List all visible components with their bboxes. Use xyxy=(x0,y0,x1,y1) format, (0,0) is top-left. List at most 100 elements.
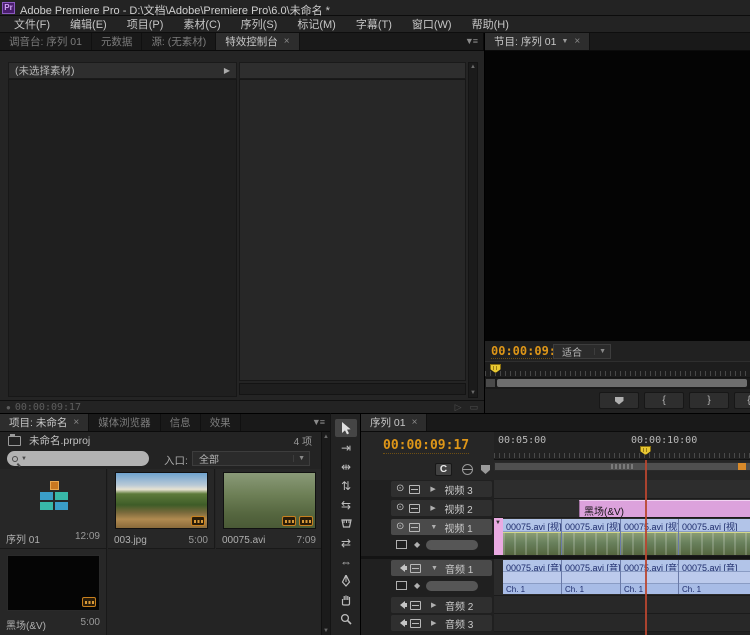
filmstrip-icon[interactable]: ▭ xyxy=(469,402,478,413)
clip-video[interactable]: 00075.avi [视] xyxy=(621,519,679,555)
work-area-grip[interactable] xyxy=(611,464,635,469)
sync-lock-icon[interactable] xyxy=(410,564,421,573)
menu-marker[interactable]: 标记(M) xyxy=(287,16,346,32)
chevron-right-icon[interactable]: ▶ xyxy=(431,619,441,627)
set-display-style-icon[interactable] xyxy=(396,581,407,590)
project-item-sequence[interactable]: 序列 0112:09 xyxy=(0,469,107,549)
keyframe-nav-area[interactable] xyxy=(426,540,478,550)
speaker-icon[interactable] xyxy=(396,601,405,609)
chevron-right-icon[interactable]: ▶ xyxy=(431,601,441,609)
menu-project[interactable]: 项目(P) xyxy=(117,16,174,32)
program-scrollbar[interactable] xyxy=(485,378,750,389)
close-icon[interactable]: × xyxy=(284,36,290,47)
tab-audio-mixer[interactable]: 调音台: 序列 01 xyxy=(0,33,92,50)
scroll-up-icon[interactable]: ▲ xyxy=(469,64,477,70)
menu-edit[interactable]: 编辑(E) xyxy=(60,16,117,32)
project-item-black-video[interactable]: 黑场(&V)5:00 xyxy=(0,549,107,635)
scroll-up-icon[interactable]: ▲ xyxy=(322,434,330,440)
razor-tool[interactable] xyxy=(335,515,357,533)
toggle-track-output-icon[interactable]: ⊙ xyxy=(396,484,404,494)
mark-in-button[interactable]: { xyxy=(644,392,684,409)
close-icon[interactable]: × xyxy=(574,36,580,47)
track-audio-3-content[interactable] xyxy=(494,614,750,632)
track-audio-2-header[interactable]: ▶ 音频 2 xyxy=(391,597,492,613)
effect-timeline-area[interactable] xyxy=(239,79,466,381)
close-icon[interactable]: × xyxy=(412,417,418,428)
keyframe-icon[interactable]: ◆ xyxy=(414,540,420,549)
tab-source-monitor[interactable]: 源: (无素材) xyxy=(142,33,216,50)
menu-clip[interactable]: 素材(C) xyxy=(173,16,230,32)
snap-toggle[interactable]: C xyxy=(435,463,452,476)
tab-media-browser[interactable]: 媒体浏览器 xyxy=(89,414,161,431)
chevron-right-icon[interactable]: ▶ xyxy=(430,485,440,493)
toggle-track-output-icon[interactable]: ⊙ xyxy=(396,503,404,513)
tab-program-monitor[interactable]: 节目: 序列 01 ▼ × xyxy=(485,33,590,50)
hand-tool[interactable] xyxy=(335,591,357,609)
scroll-down-icon[interactable]: ▼ xyxy=(322,628,330,634)
menu-title[interactable]: 字幕(T) xyxy=(346,16,402,32)
sync-lock-icon[interactable] xyxy=(409,523,420,532)
panel-menu-icon[interactable]: ▼≡ xyxy=(312,417,324,427)
pen-tool[interactable] xyxy=(335,572,357,590)
clip-video[interactable]: 00075.avi [视] xyxy=(679,519,750,555)
search-input[interactable]: ▼ xyxy=(7,451,149,466)
zoom-tool[interactable] xyxy=(335,610,357,628)
ripple-edit-tool[interactable]: ⇹ xyxy=(335,458,357,476)
selection-tool[interactable] xyxy=(335,419,357,437)
tab-effects[interactable]: 效果 xyxy=(201,414,241,431)
timeline-timecode[interactable]: 00:00:09:17 xyxy=(383,438,469,454)
track-video-3-content[interactable] xyxy=(494,480,750,499)
set-display-style-icon[interactable] xyxy=(396,540,407,549)
horizontal-scrollbar[interactable] xyxy=(239,383,466,395)
project-file-name[interactable]: 未命名.prproj xyxy=(29,433,90,448)
clip-audio[interactable]: 00075.avi [音]Ch. 1 xyxy=(679,560,750,594)
tab-project[interactable]: 项目: 未命名 × xyxy=(0,414,89,431)
add-marker-button[interactable] xyxy=(599,392,639,409)
sync-lock-icon[interactable] xyxy=(410,619,421,628)
clip-audio[interactable]: 00075.avi [音]Ch. 1 xyxy=(503,560,562,594)
slide-tool[interactable]: ⇔ xyxy=(335,553,357,571)
chevron-right-icon[interactable]: ▶ xyxy=(224,66,230,75)
playhead-line[interactable] xyxy=(645,460,647,635)
chevron-down-icon[interactable]: ▼ xyxy=(430,524,440,531)
sync-lock-icon[interactable] xyxy=(409,485,420,494)
track-video-2-content[interactable]: 黑场(&V) xyxy=(494,499,750,518)
speaker-icon[interactable] xyxy=(396,619,405,627)
tab-effect-controls[interactable]: 特效控制台 × xyxy=(216,33,299,50)
track-audio-1-header[interactable]: ▼ 音频 1 xyxy=(391,560,492,576)
chevron-right-icon[interactable]: ▶ xyxy=(430,504,440,512)
work-area-end-handle[interactable] xyxy=(738,463,746,470)
track-audio-2-content[interactable] xyxy=(494,596,750,614)
menu-help[interactable]: 帮助(H) xyxy=(462,16,519,32)
project-item-video[interactable]: 00075.avi7:09 xyxy=(216,469,321,549)
track-audio-1-content[interactable]: 00075.avi [音]Ch. 1 00075.avi [音]Ch. 1 00… xyxy=(494,559,750,596)
rate-stretch-tool[interactable]: ⇆ xyxy=(335,496,357,514)
clip-video[interactable]: 00075.avi [视] xyxy=(562,519,621,555)
tab-metadata[interactable]: 元数据 xyxy=(92,33,143,50)
chevron-down-icon[interactable]: ▼ xyxy=(561,38,568,45)
menu-file[interactable]: 文件(F) xyxy=(4,16,60,32)
no-clip-header[interactable]: (未选择素材) ▶ xyxy=(8,62,237,79)
track-video-1-content[interactable]: ▼ 00075.avi [视] 00075.avi [视] 00075.avi … xyxy=(494,518,750,556)
slip-tool[interactable]: ⇄ xyxy=(335,534,357,552)
track-video-2-header[interactable]: ⊙ ▶ 视频 2 xyxy=(391,500,492,516)
tab-sequence-01[interactable]: 序列 01 × xyxy=(361,414,427,431)
program-mini-timeline[interactable] xyxy=(485,361,750,378)
encore-chapter-marker-icon[interactable] xyxy=(462,464,473,475)
speaker-icon[interactable] xyxy=(396,564,405,572)
sync-lock-icon[interactable] xyxy=(409,504,420,513)
panel-menu-icon[interactable]: ▼≡ xyxy=(465,36,477,46)
go-to-in-button[interactable]: {← xyxy=(734,392,750,409)
track-video-1-header[interactable]: ⊙ ▼ 视频 1 xyxy=(391,519,492,535)
sync-lock-icon[interactable] xyxy=(410,601,421,610)
close-icon[interactable]: × xyxy=(73,417,79,428)
work-area-bar[interactable] xyxy=(494,462,750,471)
clip-black-video[interactable]: 黑场(&V) xyxy=(579,500,750,517)
project-scrollbar[interactable]: ▲ ▼ xyxy=(321,432,330,635)
scrollbar-thumb[interactable] xyxy=(497,379,747,387)
zoom-level-select[interactable]: 适合 ▼ xyxy=(553,344,611,359)
keyframe-nav-area[interactable] xyxy=(426,581,478,591)
filter-select[interactable]: 全部 ▼ xyxy=(192,451,310,466)
project-item-image[interactable]: 003.jpg5:00 xyxy=(108,469,215,549)
vertical-scrollbar[interactable]: ▲ ▼ xyxy=(468,62,478,398)
